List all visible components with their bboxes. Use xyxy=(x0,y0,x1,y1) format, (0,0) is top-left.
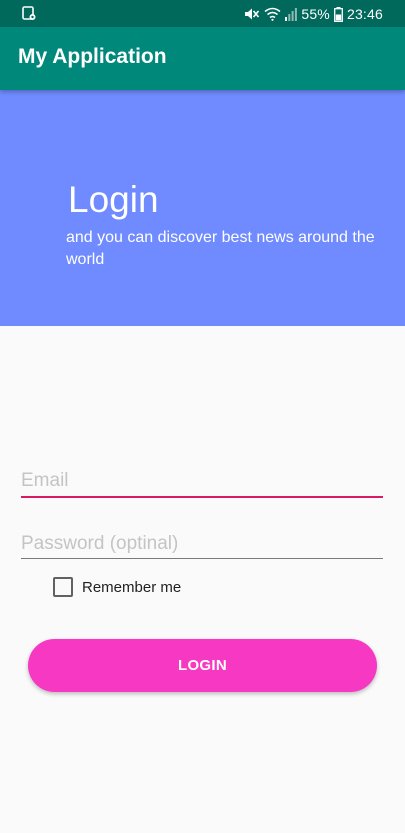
login-heading: Login xyxy=(68,179,159,220)
mute-icon xyxy=(244,7,260,21)
status-icons: 55% 23:46 xyxy=(244,4,383,24)
email-field-container xyxy=(21,470,383,500)
password-field[interactable] xyxy=(21,533,383,555)
signal-icon xyxy=(285,7,298,21)
app-title: My Application xyxy=(18,45,167,68)
clock: 23:46 xyxy=(346,6,383,22)
login-header: Login and you can discover best news aro… xyxy=(0,90,405,326)
login-button[interactable]: LOGIN xyxy=(28,639,377,692)
battery-percent: 55% xyxy=(301,6,330,22)
remember-me-row[interactable]: Remember me xyxy=(53,577,181,597)
status-bar: 55% 23:46 xyxy=(0,0,405,27)
email-underline xyxy=(21,496,383,498)
login-subtitle: and you can discover best news around th… xyxy=(66,229,375,268)
email-field[interactable] xyxy=(21,470,383,492)
app-bar: My Application xyxy=(0,27,405,90)
notification-icon xyxy=(22,6,36,21)
password-field-container xyxy=(21,533,383,563)
remember-me-label[interactable]: Remember me xyxy=(82,579,181,596)
remember-me-checkbox[interactable] xyxy=(53,577,73,597)
password-underline xyxy=(21,558,383,559)
battery-icon xyxy=(334,6,343,22)
wifi-icon xyxy=(264,7,281,21)
